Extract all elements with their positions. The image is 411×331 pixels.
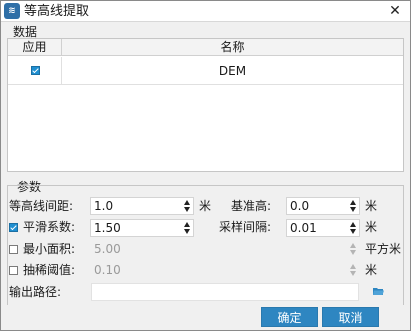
smooth-value: 1.50 — [94, 221, 121, 235]
interval-value: 1.0 — [94, 199, 114, 213]
apply-cell — [8, 57, 62, 85]
cancel-button[interactable]: 取消 — [322, 307, 379, 327]
window-title: 等高线提取 — [24, 4, 90, 19]
interval-unit: 米 — [199, 199, 212, 213]
interval-label: 等高线间距: — [9, 199, 74, 213]
sample-label: 采样间隔: — [219, 220, 272, 234]
sample-unit: 米 — [365, 220, 378, 234]
smooth-spin-arrows[interactable] — [184, 221, 191, 235]
data-table: 应用 名称 DEM — [7, 38, 404, 172]
close-button[interactable]: ✕ — [384, 2, 406, 21]
sample-spin-arrows[interactable] — [350, 221, 357, 235]
output-path-input[interactable] — [91, 283, 359, 301]
table-header: 应用 名称 — [8, 39, 403, 56]
thin-unit: 米 — [365, 263, 378, 277]
base-height-value: 0.0 — [290, 199, 310, 213]
smooth-spinbox[interactable]: 1.50 — [90, 219, 194, 237]
name-cell: DEM — [218, 64, 247, 78]
table-row[interactable]: DEM — [8, 57, 403, 85]
base-height-label: 基准高: — [231, 199, 272, 213]
smooth-checkbox[interactable] — [9, 223, 18, 232]
column-header-apply[interactable]: 应用 — [8, 39, 62, 56]
ok-button[interactable]: 确定 — [261, 307, 318, 327]
data-group-label: 数据 — [13, 25, 38, 39]
title-bar[interactable]: ≋ 等高线提取 ✕ — [1, 1, 410, 22]
sample-spinbox[interactable]: 0.01 — [286, 219, 360, 237]
column-header-name[interactable]: 名称 — [62, 39, 403, 56]
min-area-spin-arrows[interactable] — [350, 242, 357, 256]
min-area-spinbox[interactable]: 5.00 — [90, 240, 360, 258]
min-area-checkbox[interactable] — [9, 245, 18, 254]
thin-spin-arrows[interactable] — [350, 263, 357, 277]
interval-spinbox[interactable]: 1.0 — [90, 197, 194, 215]
min-area-value: 5.00 — [94, 242, 121, 256]
dialog-window: ≋ 等高线提取 ✕ 数据 应用 名称 DEM 参数 等高线间距: 1.0 米 基… — [0, 0, 411, 331]
base-height-unit: 米 — [365, 199, 378, 213]
thin-label: 抽稀阈值: — [23, 263, 76, 277]
folder-open-icon[interactable] — [373, 287, 384, 296]
base-height-spin-arrows[interactable] — [350, 199, 357, 213]
smooth-label: 平滑系数: — [23, 220, 76, 234]
contour-app-icon: ≋ — [4, 3, 20, 19]
sample-value: 0.01 — [290, 221, 317, 235]
thin-spinbox[interactable]: 0.10 — [90, 261, 360, 279]
interval-spin-arrows[interactable] — [184, 199, 191, 213]
min-area-unit: 平方米 — [365, 242, 402, 256]
thin-value: 0.10 — [94, 263, 121, 277]
output-path-label: 输出路径: — [9, 285, 62, 299]
row-apply-checkbox[interactable] — [31, 66, 40, 75]
thin-checkbox[interactable] — [9, 266, 18, 275]
base-height-spinbox[interactable]: 0.0 — [286, 197, 360, 215]
min-area-label: 最小面积: — [23, 242, 76, 256]
